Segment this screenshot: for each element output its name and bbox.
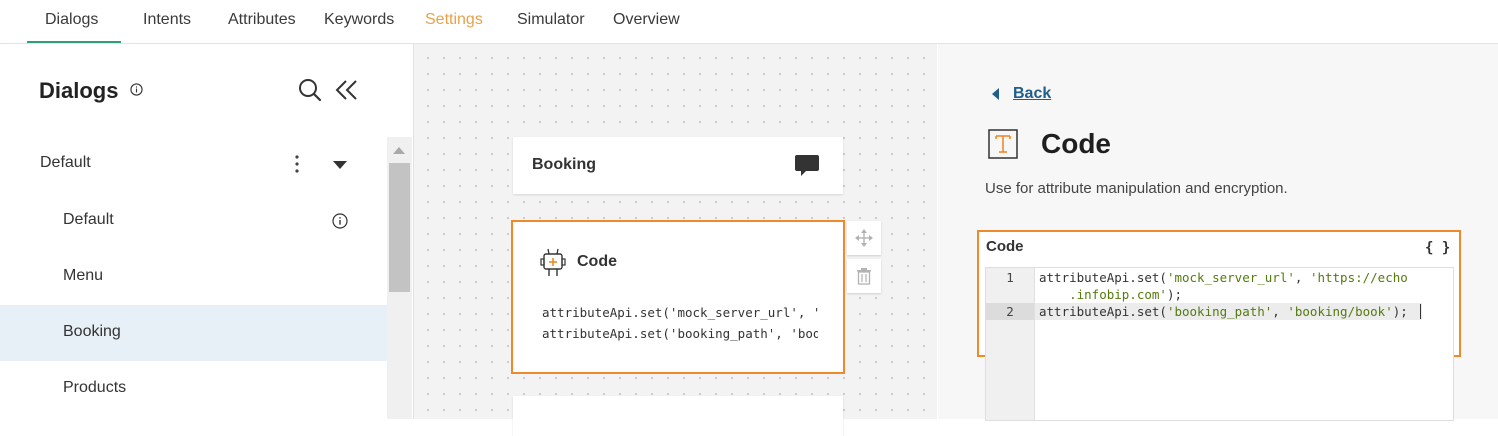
tab-overview[interactable]: Overview (613, 11, 680, 29)
card-title: Code (577, 253, 617, 270)
info-icon[interactable] (332, 213, 348, 229)
panel-title: Code (1041, 128, 1111, 159)
card-title: Booking (532, 156, 596, 173)
scroll-thumb[interactable] (389, 163, 410, 292)
tree-group-default[interactable]: Default (0, 136, 387, 192)
tree-item-label: Products (63, 379, 127, 396)
code-string: 'booking/book' (1287, 304, 1393, 319)
tab-attributes[interactable]: Attributes (228, 11, 296, 29)
active-tab-underline (27, 41, 121, 43)
sidebar-title: Dialogs (39, 78, 119, 103)
code-string: .infobip.com' (1039, 287, 1167, 302)
tab-settings[interactable]: Settings (425, 11, 483, 29)
code-token: , (1294, 270, 1310, 285)
top-navigation: Dialogs Intents Attributes Keywords Sett… (0, 0, 1498, 44)
code-preview-line: attributeApi.set('booking_path', 'bookin… (542, 326, 818, 341)
code-preview: attributeApi.set('mock_server_url', 'htt… (542, 302, 818, 344)
chat-bubble-icon (795, 155, 819, 176)
move-icon (855, 229, 873, 247)
code-element-card[interactable]: Code attributeApi.set('mock_server_url',… (511, 220, 845, 374)
tree-item-menu[interactable]: Menu (0, 249, 387, 305)
next-element-card[interactable] (513, 396, 843, 436)
chevron-down-icon[interactable] (333, 161, 347, 169)
tab-dialogs[interactable]: Dialogs (45, 11, 98, 29)
code-token: , (1272, 304, 1288, 319)
line-number: 2 (1006, 304, 1014, 319)
trash-icon (857, 268, 871, 285)
code-token: attributeApi.set( (1039, 270, 1167, 285)
tab-keywords[interactable]: Keywords (324, 11, 394, 29)
search-icon[interactable] (298, 78, 322, 102)
dialog-canvas[interactable]: Booking Code attributeApi.set('mock_serv… (414, 44, 937, 436)
tree-item-booking[interactable]: Booking (0, 305, 387, 361)
code-editor[interactable]: 1 2 attributeApi.set('mock_server_url', … (985, 267, 1454, 421)
code-token: ); (1166, 287, 1182, 302)
sidebar-scrollbar[interactable] (387, 137, 412, 419)
code-line-2[interactable]: attributeApi.set('booking_path', 'bookin… (1039, 303, 1408, 320)
tab-simulator[interactable]: Simulator (517, 11, 585, 29)
code-token: attributeApi.set( (1039, 304, 1167, 319)
back-link[interactable]: Back (1013, 85, 1051, 103)
code-string: 'mock_server_url' (1166, 270, 1295, 285)
dialogs-sidebar: Dialogs Default Default Menu Booking Pro… (0, 44, 414, 419)
braces-icon[interactable]: { } (1425, 240, 1450, 256)
tree-group-label: Default (40, 154, 91, 171)
line-number-gutter: 1 2 (986, 268, 1035, 420)
info-icon[interactable] (130, 83, 143, 96)
code-string: 'booking_path' (1166, 304, 1273, 319)
code-token: ); (1392, 304, 1408, 319)
collapse-sidebar-icon[interactable] (335, 79, 359, 101)
code-string: 'https://echo (1309, 270, 1408, 285)
scroll-up-arrow[interactable] (393, 147, 405, 154)
move-element-button[interactable] (847, 221, 881, 255)
delete-element-button[interactable] (847, 259, 881, 293)
tree-item-label: Booking (63, 323, 121, 340)
tree-item-label: Menu (63, 267, 104, 284)
text-cursor (1420, 304, 1421, 319)
panel-description: Use for attribute manipulation and encry… (985, 180, 1288, 197)
tab-intents[interactable]: Intents (143, 11, 191, 29)
text-code-icon (988, 129, 1018, 159)
tree-item-default[interactable]: Default (0, 193, 387, 249)
back-arrow-icon[interactable] (992, 88, 999, 100)
tree-item-products[interactable]: Products (0, 361, 387, 417)
code-line-1[interactable]: attributeApi.set('mock_server_url', 'htt… (1039, 269, 1408, 286)
code-line-1-wrap[interactable]: .infobip.com'); (1039, 286, 1182, 303)
code-preview-line: attributeApi.set('mock_server_url', 'htt… (542, 305, 818, 320)
code-field-label: Code (986, 238, 1024, 255)
more-options-icon[interactable] (295, 154, 299, 174)
tree-item-label: Default (63, 211, 114, 228)
line-number: 1 (1006, 270, 1014, 285)
booking-element-card[interactable]: Booking (513, 137, 843, 194)
robot-icon (540, 248, 566, 276)
